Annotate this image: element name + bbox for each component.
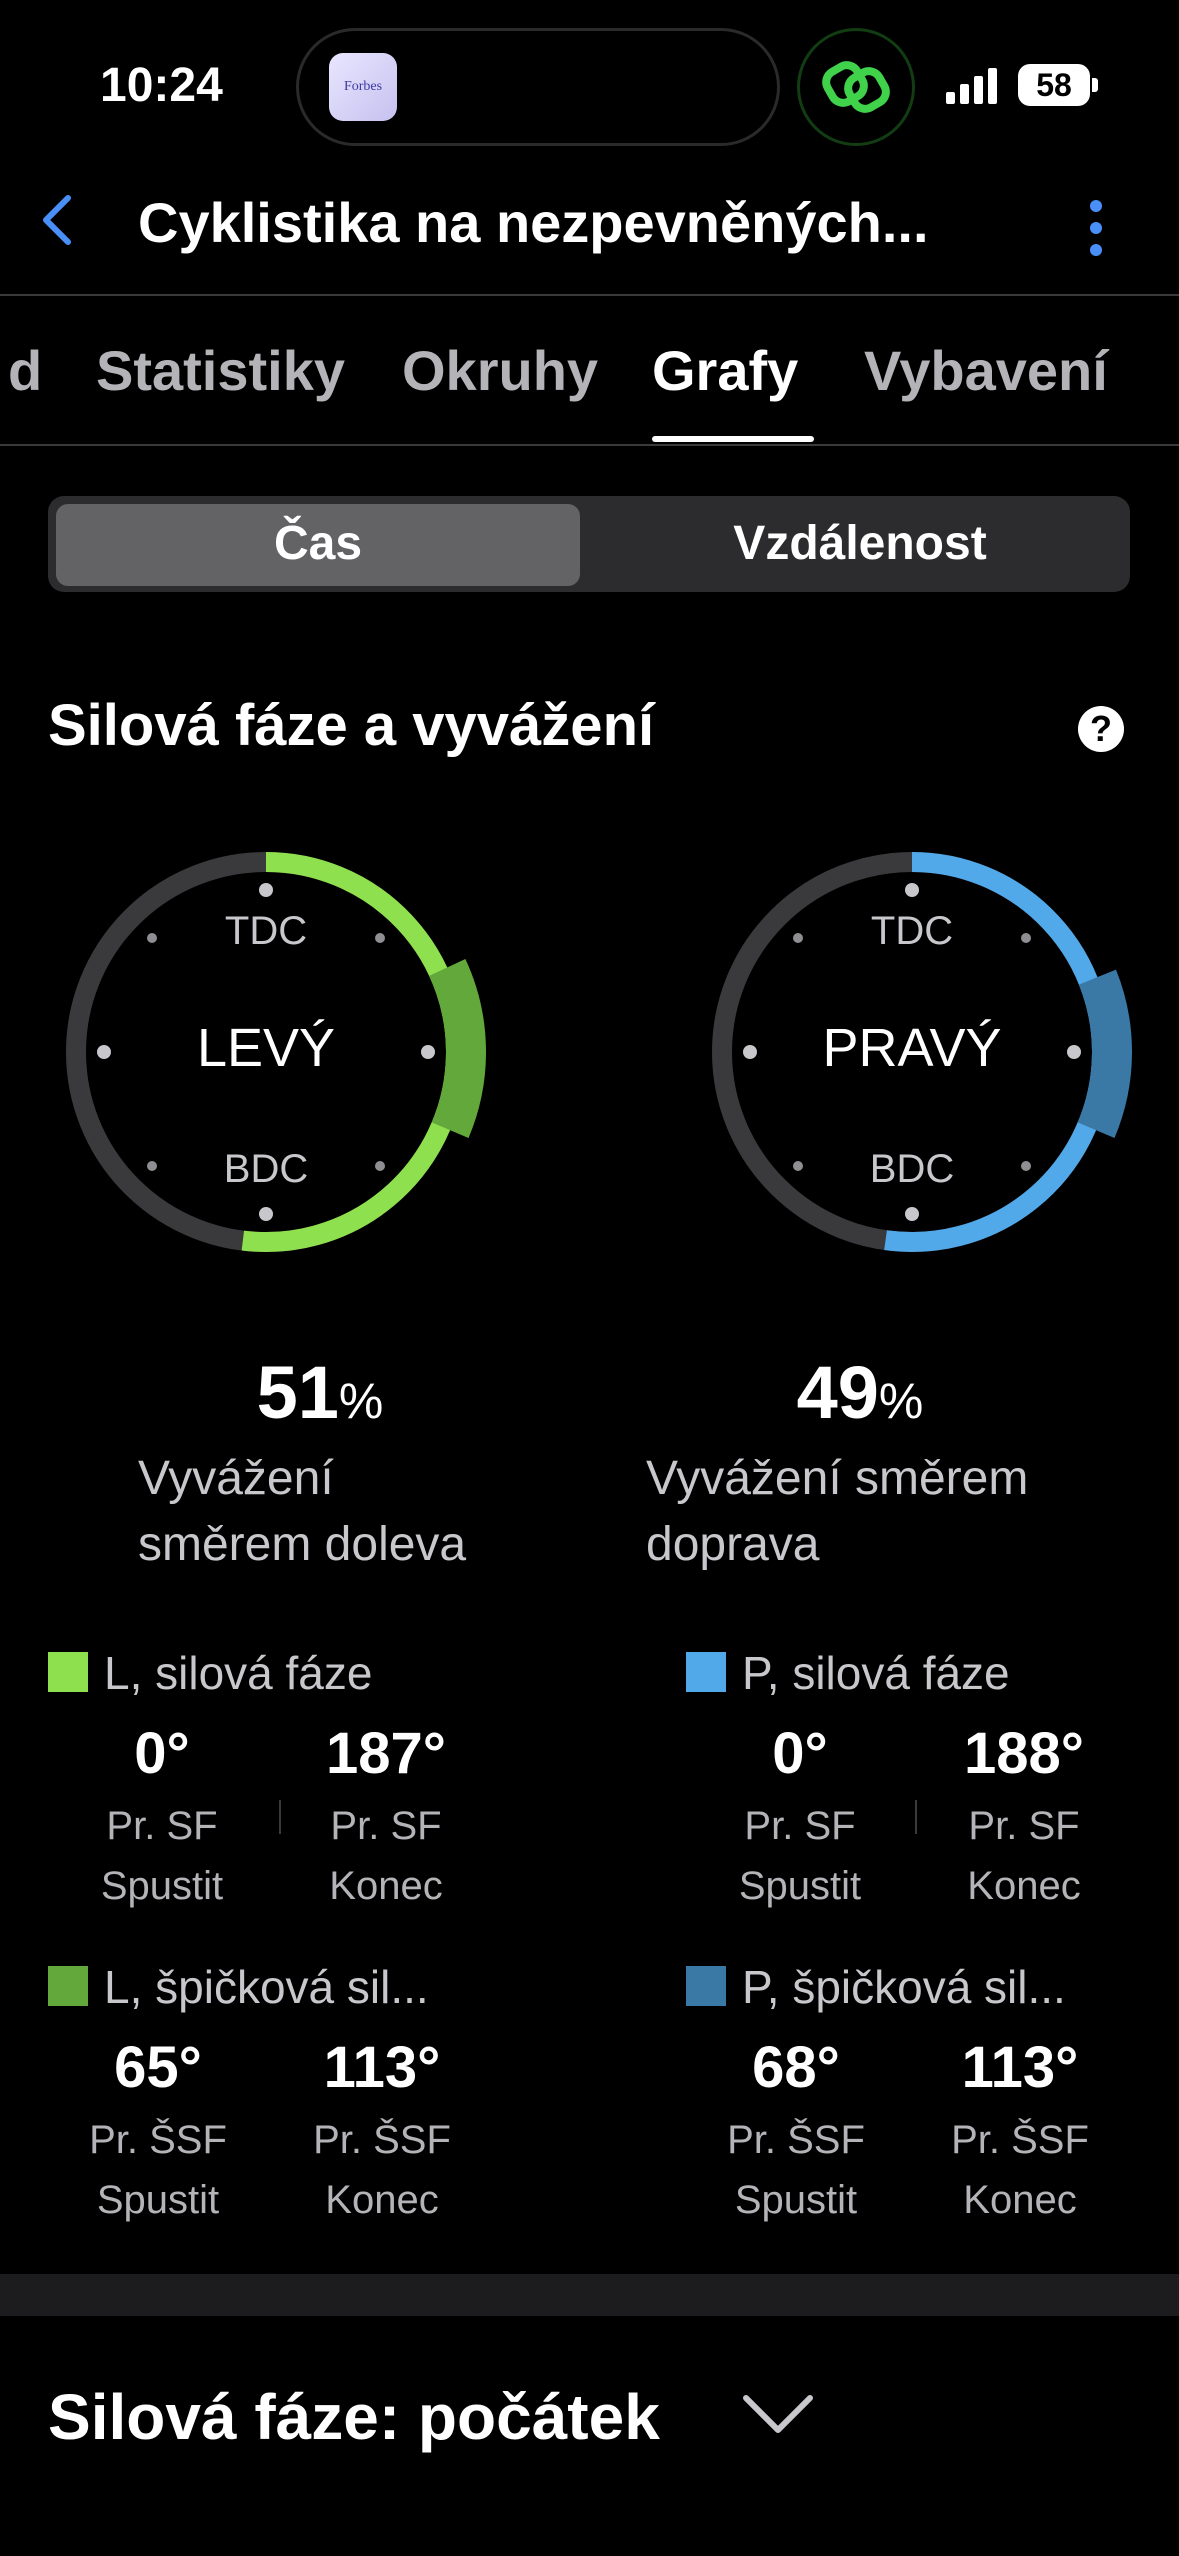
dynamic-island[interactable]: Forbes [296, 28, 780, 146]
right-peak-start-label: Pr. ŠSF Spustit [727, 2118, 865, 2222]
tab-charts[interactable]: Grafy [652, 338, 798, 403]
right-bdc-label: BDC [870, 1147, 954, 1191]
left-balance-line2: směrem doleva [138, 1518, 467, 1571]
battery-cap [1092, 78, 1098, 92]
left-peak-end-value: 113° [323, 2035, 441, 2100]
app-icon[interactable]: Forbes [329, 53, 397, 121]
left-peak-phase-arc [428, 959, 486, 1138]
battery-icon: 58 [1018, 64, 1090, 106]
right-peak-swatch [686, 1966, 726, 2006]
status-time: 10:24 [100, 59, 223, 112]
right-peak-title: P, špičková sil... [742, 1961, 1066, 2013]
left-phase-separator [279, 1800, 281, 1834]
right-phase-swatch [686, 1652, 726, 1692]
left-balance-label: Vyvážení směrem doleva [138, 1446, 466, 1578]
more-options-icon[interactable] [1088, 198, 1104, 263]
left-phase-end-value: 187° [326, 1721, 446, 1786]
left-balance-unit: % [338, 1373, 384, 1429]
back-icon[interactable] [36, 190, 80, 255]
left-tdc-label: TDC [225, 909, 307, 953]
section-title: Silová fáze a vyvážení [48, 693, 655, 758]
right-dial-svg: TDC PRAVÝ BDC [712, 852, 1132, 1252]
chevron-down-icon[interactable] [740, 2390, 816, 2445]
right-balance-line2: doprava [646, 1518, 820, 1571]
help-icon[interactable]: ? [1078, 706, 1124, 752]
tab-statistics[interactable]: Statistiky [96, 338, 345, 403]
left-peak-start-value: 65° [114, 2035, 202, 2100]
left-pedal-dial: TDC LEVÝ BDC [56, 840, 486, 1275]
right-balance-percent: 49% [710, 1350, 1010, 1435]
link-icon[interactable] [797, 28, 915, 146]
tabs-divider [0, 444, 1179, 446]
right-balance-unit: % [878, 1373, 924, 1429]
right-pedal-dial: TDC PRAVÝ BDC [702, 840, 1132, 1275]
right-phase-start-value: 0° [772, 1721, 828, 1786]
power-phase-start-header[interactable]: Silová fáze: počátek [48, 2380, 660, 2454]
right-balance-line1: Vyvážení směrem [646, 1452, 1029, 1505]
left-phase-title: L, silová fáze [104, 1647, 373, 1699]
right-phase-end-label: Pr. SF Konec [967, 1804, 1081, 1908]
nav-divider [0, 294, 1179, 296]
left-peak-title: L, špičková sil... [104, 1961, 429, 2013]
signal-icon [946, 68, 1002, 109]
right-peak-end-label: Pr. ŠSF Konec [951, 2118, 1089, 2222]
right-dial-name: PRAVÝ [822, 1018, 1001, 1078]
left-peak-swatch [48, 1966, 88, 2006]
left-phase-end-label: Pr. SF Konec [329, 1804, 443, 1908]
left-peak-end-label: Pr. ŠSF Konec [313, 2118, 451, 2222]
right-tdc-label: TDC [871, 909, 953, 953]
right-phase-title: P, silová fáze [742, 1647, 1010, 1699]
right-peak-phase-arc [1077, 969, 1132, 1138]
active-tab-indicator [652, 436, 814, 442]
segment-time[interactable]: Čas [56, 516, 580, 571]
left-phase-swatch [48, 1652, 88, 1692]
page-title: Cyklistika na nezpevněných... [138, 191, 929, 254]
right-phase-separator [915, 1800, 917, 1834]
left-dial-name: LEVÝ [197, 1018, 335, 1078]
section-separator [0, 2274, 1179, 2316]
left-bdc-label: BDC [224, 1147, 308, 1191]
right-peak-start-value: 68° [752, 2035, 840, 2100]
right-balance-label: Vyvážení směrem doprava [646, 1446, 1028, 1578]
left-phase-start-label: Pr. SF Spustit [100, 1804, 224, 1908]
left-balance-value: 51 [256, 1351, 339, 1434]
right-peak-end-value: 113° [961, 2035, 1079, 2100]
tab-laps[interactable]: Okruhy [402, 338, 598, 403]
right-balance-value: 49 [796, 1351, 879, 1434]
left-dial-svg: TDC LEVÝ BDC [66, 852, 486, 1252]
segment-distance[interactable]: Vzdálenost [590, 516, 1130, 571]
right-phase-start-label: Pr. SF Spustit [738, 1804, 862, 1908]
left-balance-line1: Vyvážení [138, 1452, 334, 1505]
left-phase-start-value: 0° [134, 1721, 190, 1786]
tab-partial[interactable]: d [8, 338, 42, 403]
right-phase-end-value: 188° [964, 1721, 1084, 1786]
left-peak-start-label: Pr. ŠSF Spustit [89, 2118, 227, 2222]
tab-gear[interactable]: Vybavení [864, 338, 1108, 403]
left-balance-percent: 51% [170, 1350, 470, 1435]
